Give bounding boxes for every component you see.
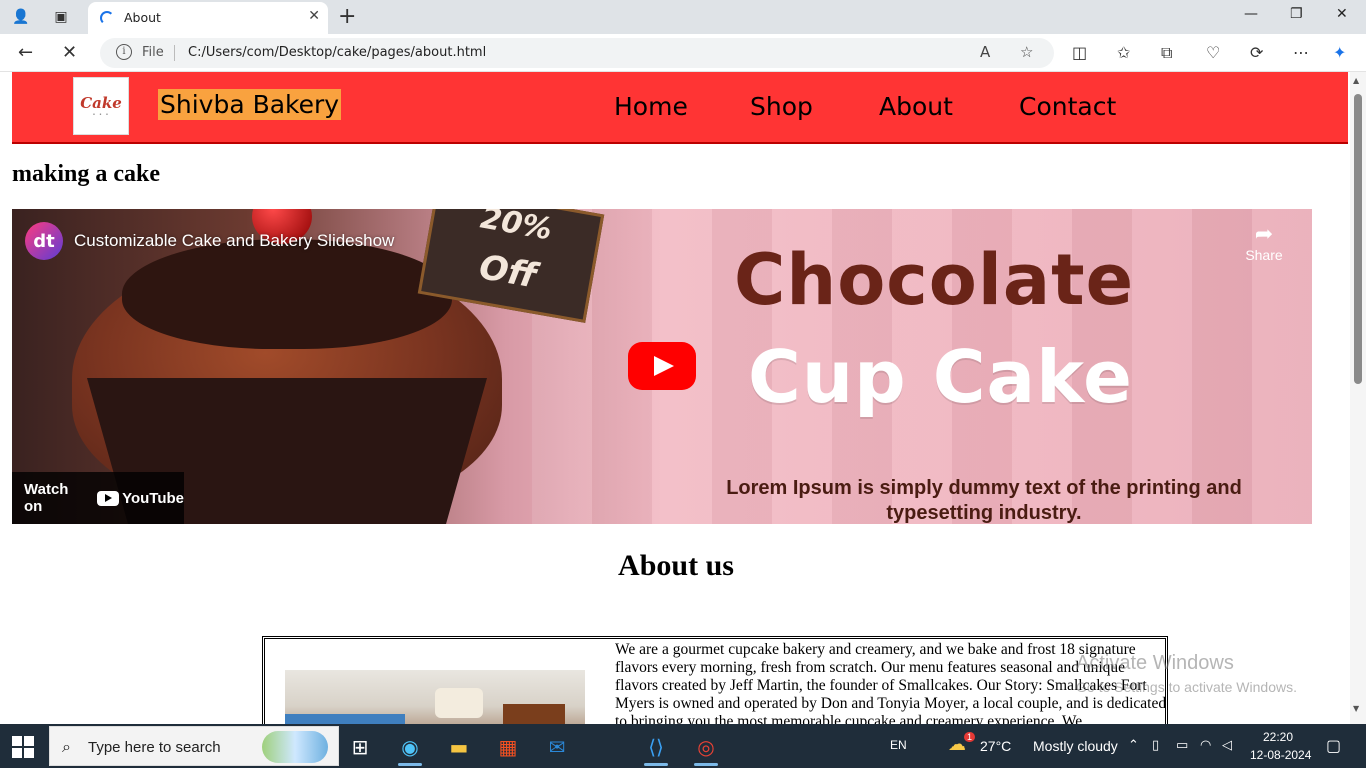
chevron-up-icon[interactable]: ⌃ [1128, 738, 1139, 753]
bakery-logo[interactable]: Cake • • • [73, 77, 129, 135]
refresh-sync-icon[interactable]: ⟳ [1250, 43, 1263, 62]
scroll-thumb[interactable] [1354, 94, 1362, 384]
mail-icon[interactable]: ✉ [537, 730, 577, 764]
collections-icon[interactable]: ⧉ [1161, 43, 1172, 63]
video-title[interactable]: Customizable Cake and Bakery Slideshow [74, 231, 394, 251]
discount-text: Off [476, 247, 540, 297]
tab-title: About [124, 10, 161, 25]
video-headline-chocolate: Chocolate [734, 239, 1135, 321]
address-bar[interactable]: i File C:/Users/com/Desktop/cake/pages/a… [100, 38, 1054, 68]
site-header: Cake • • • Shivba Bakery Home Shop About… [12, 72, 1348, 144]
restore-icon[interactable]: ❐ [1290, 6, 1303, 22]
stop-loading-icon[interactable]: ✕ [62, 42, 77, 63]
search-icon: ⌕ [62, 737, 71, 756]
temperature[interactable]: 27°C [980, 738, 1011, 754]
info-icon[interactable]: i [116, 44, 132, 60]
scheme-label: File [142, 45, 164, 60]
youtube-embed[interactable]: 20% Off dt Customizable Cake and Bakery … [12, 209, 1312, 524]
scroll-down-icon[interactable]: ▼ [1353, 704, 1359, 713]
divider [174, 45, 175, 61]
section-heading: making a cake [12, 161, 161, 187]
discount-percent: 20% [477, 209, 555, 248]
task-view-icon[interactable]: ⊞ [340, 730, 380, 764]
about-heading: About us [618, 549, 734, 582]
favorite-star-icon[interactable]: ☆ [1020, 43, 1033, 61]
volume-icon[interactable]: ◁ [1222, 738, 1232, 753]
browser-tab-bar: 👤 ▣ About ✕ + — ❐ ✕ [0, 0, 1366, 34]
nav-about[interactable]: About [879, 92, 953, 121]
watch-on-label: Watch on [24, 481, 69, 515]
channel-avatar[interactable]: dt [25, 222, 63, 260]
share-icon: ➦ [1254, 221, 1274, 246]
split-screen-icon[interactable]: ◫ [1072, 43, 1087, 62]
read-aloud-icon[interactable]: A [980, 43, 990, 61]
tab-about[interactable]: About ✕ [88, 2, 328, 34]
nav-contact[interactable]: Contact [1019, 92, 1116, 121]
battery-icon[interactable]: ▭ [1176, 738, 1188, 753]
start-windows-icon[interactable] [12, 736, 34, 758]
browser-essentials-icon[interactable]: ♡ [1206, 43, 1220, 62]
new-tab-icon[interactable]: + [338, 4, 356, 29]
video-caption: Lorem Ipsum is simply dummy text of the … [726, 477, 1242, 524]
about-section: We are a gourmet cupcake bakery and crea… [262, 636, 1168, 724]
close-window-icon[interactable]: ✕ [1336, 6, 1348, 22]
weather-condition[interactable]: Mostly cloudy [1033, 738, 1118, 754]
nav-home[interactable]: Home [614, 92, 688, 121]
clock-time[interactable]: 22:20 [1263, 730, 1293, 744]
page-viewport: Cake • • • Shivba Bakery Home Shop About… [0, 72, 1366, 724]
close-tab-icon[interactable]: ✕ [308, 8, 320, 24]
search-highlight-image [262, 731, 328, 763]
loading-spinner-icon [100, 11, 114, 25]
notifications-icon[interactable]: ▢ [1326, 736, 1341, 755]
vertical-scrollbar[interactable]: ▲ ▼ [1350, 72, 1366, 724]
more-menu-icon[interactable]: ⋯ [1293, 43, 1309, 62]
logo-text: Cake [80, 94, 122, 112]
vscode-icon[interactable]: ⟨⟩ [636, 730, 676, 766]
weather-badge: 1 [964, 732, 976, 742]
share-label: Share [1245, 247, 1283, 263]
bakery-interior-image [285, 670, 585, 724]
video-headline-cupcake: Cup Cake [748, 335, 1133, 419]
search-placeholder: Type here to search [88, 739, 221, 756]
wifi-icon[interactable]: ◠ [1200, 738, 1211, 753]
minimize-icon[interactable]: — [1244, 6, 1258, 22]
clock-date[interactable]: 12-08-2024 [1250, 748, 1311, 762]
activate-windows-watermark: Activate Windows Go to Settings to activ… [1076, 652, 1297, 695]
address-toolbar: ← ✕ i File C:/Users/com/Desktop/cake/pag… [0, 34, 1366, 72]
brand-name: Shivba Bakery [158, 89, 342, 120]
edge-browser-icon[interactable]: ◉ [390, 730, 430, 766]
taskbar-search[interactable]: ⌕ Type here to search [49, 726, 339, 766]
profile-icon[interactable]: 👤 [8, 5, 34, 29]
copilot-icon[interactable]: ✦ [1333, 43, 1346, 62]
microsoft-store-icon[interactable]: ▦ [488, 730, 528, 764]
back-icon[interactable]: ← [18, 42, 33, 63]
chocolate-topping [122, 239, 452, 349]
watermark-title: Activate Windows [1076, 652, 1234, 674]
nav-shop[interactable]: Shop [750, 92, 813, 121]
device-icon[interactable]: ▯ [1152, 738, 1159, 753]
tab-actions-icon[interactable]: ▣ [48, 5, 74, 29]
language-indicator[interactable]: EN [890, 738, 907, 752]
chrome-icon[interactable]: ◎ [686, 730, 726, 766]
file-explorer-icon[interactable]: ▬ [439, 730, 479, 764]
share-button[interactable]: ➦ Share [1234, 221, 1294, 263]
watermark-subtitle: Go to Settings to activate Windows. [1076, 679, 1297, 695]
watch-on-youtube-button[interactable]: Watch on YouTube [12, 472, 184, 524]
windows-taskbar: ⌕ Type here to search ⊞ ◉ ▬ ▦ ✉ ⟨⟩ ◎ EN … [0, 724, 1366, 768]
play-button-icon[interactable] [628, 342, 696, 390]
scroll-up-icon[interactable]: ▲ [1353, 76, 1359, 85]
favorites-icon[interactable]: ✩ [1117, 43, 1130, 62]
logo-ornament: • • • [92, 112, 110, 118]
url-text[interactable]: C:/Users/com/Desktop/cake/pages/about.ht… [188, 45, 486, 60]
youtube-logo-icon: YouTube [97, 490, 184, 507]
